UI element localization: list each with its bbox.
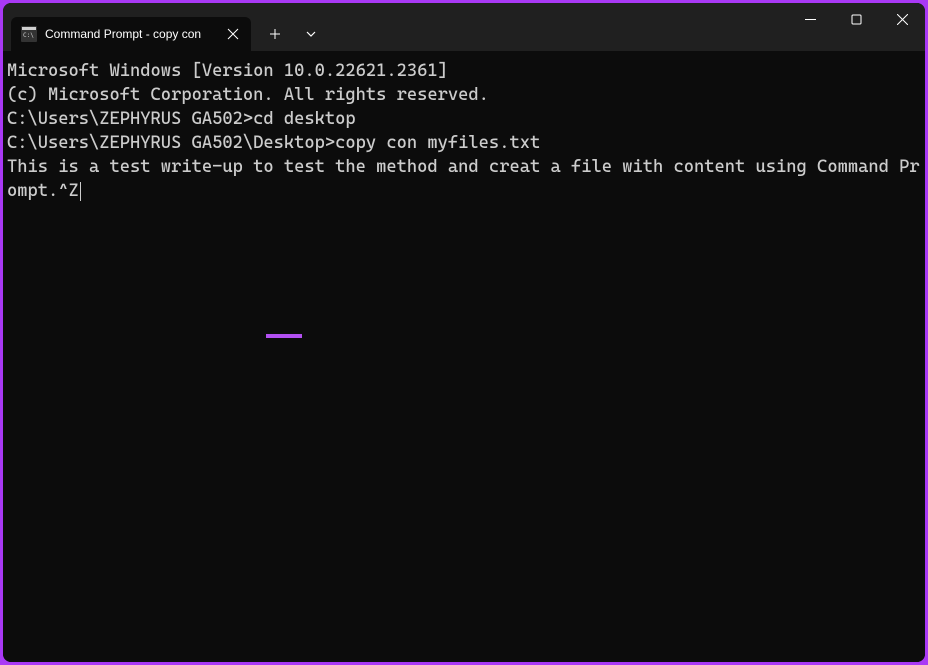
tab-dropdown-button[interactable]	[293, 17, 329, 51]
terminal-content[interactable]: Microsoft Windows [Version 10.0.22621.23…	[3, 51, 925, 662]
input-content: This is a test write-up to test the meth…	[7, 157, 920, 201]
minimize-button[interactable]	[787, 3, 833, 35]
prompt-command: cd desktop	[253, 109, 356, 129]
terminal-prompt-line: C:\Users\ZEPHYRUS GA502\Desktop>copy con…	[7, 131, 921, 155]
tab-title: Command Prompt - copy con	[45, 27, 217, 41]
text-cursor	[80, 182, 81, 201]
tab-actions	[257, 3, 329, 51]
prompt-command: copy con myfiles.txt	[335, 133, 540, 153]
terminal-line: (c) Microsoft Corporation. All rights re…	[7, 83, 921, 107]
maximize-button[interactable]	[833, 3, 879, 35]
prompt-path: C:\Users\ZEPHYRUS GA502\Desktop>	[7, 133, 335, 153]
terminal-input-line: This is a test write-up to test the meth…	[7, 155, 921, 203]
tab-area: C:\ Command Prompt - copy con	[3, 3, 251, 51]
titlebar: C:\ Command Prompt - copy con	[3, 3, 925, 51]
cmd-icon: C:\	[21, 26, 37, 42]
new-tab-button[interactable]	[257, 17, 293, 51]
terminal-prompt-line: C:\Users\ZEPHYRUS GA502>cd desktop	[7, 107, 921, 131]
terminal-line: Microsoft Windows [Version 10.0.22621.23…	[7, 59, 921, 83]
terminal-window: C:\ Command Prompt - copy con	[3, 3, 925, 662]
prompt-path: C:\Users\ZEPHYRUS GA502>	[7, 109, 253, 129]
svg-text:C:\: C:\	[23, 32, 34, 39]
window-controls	[787, 3, 925, 51]
terminal-wrapper: Microsoft Windows [Version 10.0.22621.23…	[3, 51, 925, 662]
tab-active[interactable]: C:\ Command Prompt - copy con	[11, 17, 251, 51]
close-button[interactable]	[879, 3, 925, 35]
highlight-annotation	[266, 334, 302, 338]
tab-close-button[interactable]	[225, 26, 241, 42]
